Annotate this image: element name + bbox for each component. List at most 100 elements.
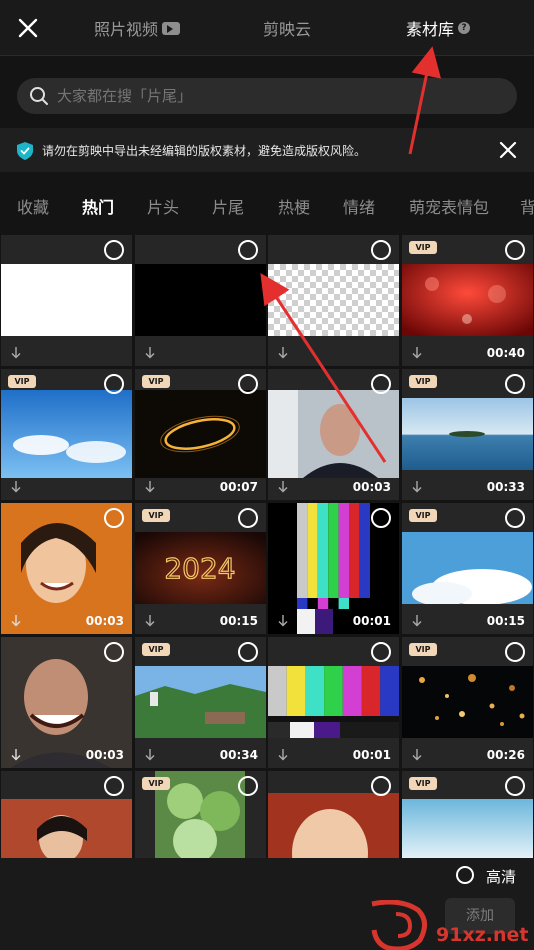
select-circle[interactable] [104, 240, 124, 260]
search-bar[interactable] [17, 78, 517, 114]
duration-label: 00:03 [85, 748, 124, 762]
vip-badge: VIP [8, 375, 36, 388]
tab-photos-videos[interactable]: 照片视频 [94, 16, 181, 40]
category-intro[interactable]: 片头 [147, 194, 179, 218]
vip-badge: VIP [409, 777, 437, 790]
material-card[interactable]: VIP [1, 369, 132, 500]
category-background[interactable]: 背 [520, 194, 534, 218]
watermark-text: 91xz.net [436, 924, 529, 946]
material-card[interactable] [135, 235, 266, 366]
help-icon[interactable]: ? [458, 22, 471, 34]
duration-label: 00:40 [486, 346, 525, 360]
material-card[interactable]: VIP 00:34 [135, 637, 266, 768]
download-icon [412, 481, 422, 493]
material-card[interactable]: 2024 VIP 00:15 [135, 503, 266, 634]
thumbnail [268, 666, 399, 738]
category-pet-stickers[interactable]: 萌宠表情包 [409, 194, 489, 218]
category-favorites[interactable]: 收藏 [17, 194, 49, 218]
select-circle[interactable] [238, 642, 258, 662]
material-card[interactable]: VIP 00:15 [402, 503, 533, 634]
download-icon [412, 615, 422, 627]
thumbnail [135, 666, 266, 738]
duration-label: 00:03 [85, 614, 124, 628]
download-icon [278, 749, 288, 761]
vip-badge: VIP [409, 375, 437, 388]
select-circle[interactable] [371, 240, 391, 260]
material-card[interactable] [1, 235, 132, 366]
material-card[interactable]: 00:03 [268, 369, 399, 500]
duration-label: 00:15 [219, 614, 258, 628]
tab-material-library[interactable]: 素材库 ? [406, 16, 471, 40]
thumbnail [268, 390, 399, 478]
select-circle[interactable] [505, 240, 525, 260]
duration-label: 00:03 [352, 480, 391, 494]
top-bar: 照片视频 剪映云 素材库 ? [0, 0, 534, 56]
thumbnail [1, 390, 132, 478]
vip-badge: VIP [142, 777, 170, 790]
download-icon [412, 749, 422, 761]
duration-label: 00:01 [352, 614, 391, 628]
material-card[interactable]: 00:03 [1, 637, 132, 768]
thumbnail: 2024 [135, 532, 266, 604]
material-card[interactable]: VIP 00:26 [402, 637, 533, 768]
select-circle[interactable] [238, 776, 258, 796]
download-icon [412, 347, 422, 359]
material-card[interactable]: VIP 00:07 [135, 369, 266, 500]
thumbnail [402, 398, 533, 470]
download-icon [145, 347, 155, 359]
hd-radio[interactable] [456, 866, 474, 884]
thumbnail [402, 264, 533, 336]
notice-close-icon[interactable] [498, 140, 518, 160]
duration-label: 00:01 [352, 748, 391, 762]
thumbnail [402, 666, 533, 738]
material-card[interactable]: 00:01 [268, 503, 399, 634]
tab-cloud[interactable]: 剪映云 [263, 16, 311, 40]
category-memes[interactable]: 热梗 [278, 194, 310, 218]
download-icon [278, 347, 288, 359]
download-icon [11, 481, 21, 493]
select-circle[interactable] [371, 508, 391, 528]
select-circle[interactable] [371, 776, 391, 796]
material-card[interactable]: VIP 00:40 [402, 235, 533, 366]
select-circle[interactable] [238, 374, 258, 394]
select-circle[interactable] [104, 642, 124, 662]
tab-label: 素材库 [406, 20, 455, 39]
select-circle[interactable] [505, 642, 525, 662]
select-circle[interactable] [371, 374, 391, 394]
duration-label: 00:26 [486, 748, 525, 762]
close-icon[interactable] [14, 14, 42, 42]
select-circle[interactable] [505, 508, 525, 528]
hd-label[interactable]: 高清 [486, 866, 516, 887]
category-tabs: 收藏 热门 片头 片尾 热梗 情绪 萌宠表情包 背 [0, 186, 534, 222]
search-input[interactable] [57, 87, 251, 105]
category-hot[interactable]: 热门 [82, 194, 114, 218]
vip-badge: VIP [142, 509, 170, 522]
select-circle[interactable] [238, 508, 258, 528]
material-card[interactable]: 00:03 [1, 503, 132, 634]
vip-badge: VIP [409, 241, 437, 254]
select-circle[interactable] [505, 776, 525, 796]
vip-badge: VIP [142, 643, 170, 656]
vip-badge: VIP [409, 509, 437, 522]
download-icon [11, 347, 21, 359]
select-circle[interactable] [238, 240, 258, 260]
download-icon [278, 481, 288, 493]
thumbnail [402, 799, 533, 859]
select-circle[interactable] [104, 374, 124, 394]
category-emotion[interactable]: 情绪 [343, 194, 375, 218]
download-icon [145, 749, 155, 761]
select-circle[interactable] [371, 642, 391, 662]
select-circle[interactable] [104, 776, 124, 796]
thumbnail [135, 264, 266, 336]
category-outro[interactable]: 片尾 [212, 194, 244, 218]
shield-check-icon [17, 142, 33, 160]
download-icon [278, 615, 288, 627]
select-circle[interactable] [104, 508, 124, 528]
material-card[interactable]: 00:01 [268, 637, 399, 768]
material-card[interactable]: VIP 00:33 [402, 369, 533, 500]
select-circle[interactable] [505, 374, 525, 394]
duration-label: 00:07 [219, 480, 258, 494]
thumbnail [1, 264, 132, 336]
tab-label: 照片视频 [94, 20, 159, 39]
material-card[interactable] [268, 235, 399, 366]
